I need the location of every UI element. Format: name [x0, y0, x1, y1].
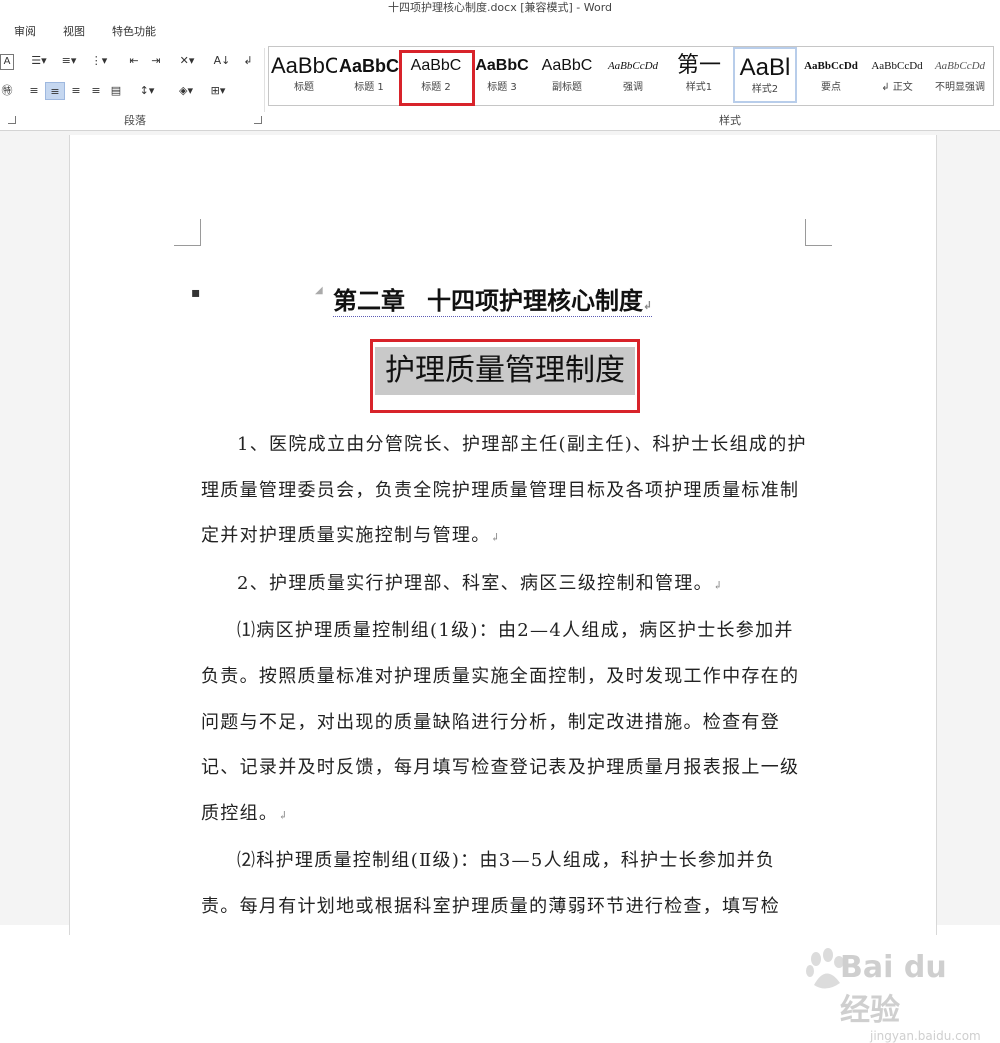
- distributed-icon[interactable]: ▤: [107, 82, 125, 100]
- sort-icon[interactable]: A↓: [212, 52, 232, 70]
- bullets-icon[interactable]: ☰▾: [25, 52, 53, 70]
- section-heading-selected[interactable]: 护理质量管理制度: [375, 347, 635, 395]
- document-area[interactable]: ▪ ◢ 第二章 十四项护理核心制度↲ 护理质量管理制度 1、医院成立由分管院长、护…: [0, 131, 1000, 1043]
- chapter-number: 第二章: [333, 287, 405, 315]
- asian-layout-icon[interactable]: ✕▾: [172, 52, 202, 70]
- bullet-marker: ▪: [191, 285, 201, 301]
- paragraph: ⑵科护理质量控制组(Ⅱ级)：由3—5人组成，科护士长参加并负责。每月有计划地或根…: [201, 850, 780, 917]
- decrease-indent-icon[interactable]: ⇤: [124, 52, 144, 70]
- tab-special-features[interactable]: 特色功能: [112, 23, 156, 39]
- tab-view[interactable]: 视图: [63, 23, 85, 39]
- paragraph-group-label: 段落: [124, 114, 146, 127]
- collapse-triangle-icon[interactable]: ◢: [315, 285, 323, 296]
- paragraph-dialog-launcher-icon[interactable]: [254, 116, 262, 124]
- style-emphasis[interactable]: AaBbCcDd 强调: [601, 47, 665, 103]
- baidu-watermark: Bai du 经验 jingyan.baidu.com: [840, 950, 981, 1043]
- chapter-heading: 第二章 十四项护理核心制度↲: [333, 281, 653, 317]
- styles-gallery: AaBbC 标题 AaBbC 标题 1 AaBbC 标题 2 AaBbC 标题 …: [268, 46, 994, 106]
- crop-mark-top-right: [805, 219, 832, 246]
- line-spacing-icon[interactable]: ↕▾: [133, 82, 161, 100]
- paragraph: ⑴病区护理质量控制组(1级)：由2—4人组成，病区护士长参加并负责。按照质量标准…: [201, 620, 800, 824]
- style-custom-1[interactable]: 第一 样式1: [667, 47, 731, 103]
- ribbon-tabs: 审阅 视图 特色功能: [0, 18, 1000, 44]
- increase-indent-icon[interactable]: ⇥: [146, 52, 166, 70]
- style-title[interactable]: AaBbC 标题: [271, 47, 337, 103]
- style-heading-2[interactable]: AaBbC 标题 2: [403, 47, 469, 103]
- style-custom-2[interactable]: AaBl 样式2: [733, 47, 797, 103]
- chapter-title: 十四项护理核心制度: [427, 287, 643, 315]
- style-normal[interactable]: AaBbCcDd ↲ 正文: [865, 47, 929, 103]
- font-dialog-launcher-icon[interactable]: [8, 116, 16, 124]
- style-subtle-emphasis[interactable]: AaBbCcDd 不明显强调: [929, 47, 991, 103]
- align-center-icon[interactable]: ≡: [45, 82, 65, 100]
- body-text[interactable]: 1、医院成立由分管院长、护理部主任(副主任)、科护士长组成的护理质量管理委员会，…: [201, 422, 808, 930]
- justify-icon[interactable]: ≡: [87, 82, 105, 100]
- ribbon: A ㊕ ☰▾ ≡▾ ⋮▾ ⇤ ⇥ ✕▾ A↓ ↲ ≡ ≡ ≡ ≡ ▤ ↕▾ ◈▾…: [0, 44, 1000, 131]
- tab-review[interactable]: 审阅: [14, 23, 36, 39]
- char-border-icon[interactable]: A: [0, 54, 14, 70]
- align-left-icon[interactable]: ≡: [25, 82, 43, 100]
- align-right-icon[interactable]: ≡: [67, 82, 85, 100]
- paragraph: 1、医院成立由分管院长、护理部主任(副主任)、科护士长组成的护理质量管理委员会，…: [201, 434, 807, 547]
- show-marks-icon[interactable]: ↲: [238, 52, 258, 70]
- borders-icon[interactable]: ⊞▾: [204, 82, 232, 100]
- window-title: 十四项护理核心制度.docx [兼容模式] - Word: [387, 1, 613, 14]
- style-subtitle[interactable]: AaBbC 副标题: [535, 47, 599, 103]
- style-heading-1[interactable]: AaBbC 标题 1: [337, 47, 401, 103]
- document-page[interactable]: ▪ ◢ 第二章 十四项护理核心制度↲ 护理质量管理制度 1、医院成立由分管院长、护…: [69, 135, 981, 1043]
- crop-mark-top-left: [174, 219, 201, 246]
- enclose-char-icon[interactable]: ㊕: [0, 82, 14, 100]
- style-heading-3[interactable]: AaBbC 标题 3: [471, 47, 533, 103]
- styles-group-label: 样式: [719, 114, 741, 127]
- shading-icon[interactable]: ◈▾: [172, 82, 200, 100]
- paragraph: 2、护理质量实行护理部、科室、病区三级控制和管理。↲: [237, 572, 724, 594]
- multilevel-list-icon[interactable]: ⋮▾: [85, 52, 113, 70]
- style-key-points[interactable]: AaBbCcDd 要点: [799, 47, 863, 103]
- group-divider: [264, 48, 265, 112]
- numbering-icon[interactable]: ≡▾: [55, 52, 83, 70]
